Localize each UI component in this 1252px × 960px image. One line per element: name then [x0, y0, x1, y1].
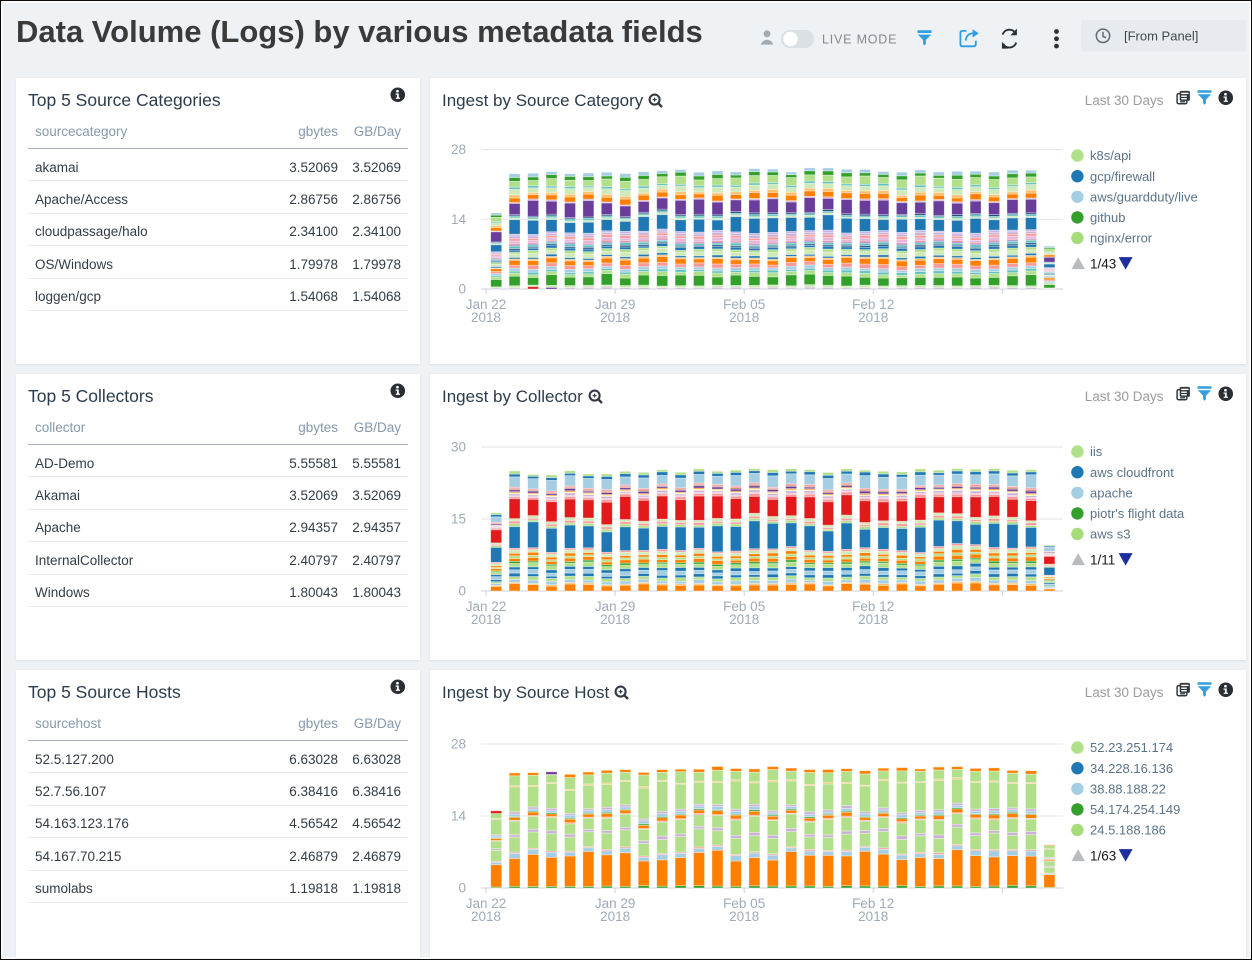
svg-text:0: 0 — [458, 584, 466, 599]
svg-text:28: 28 — [451, 737, 466, 752]
svg-text:2018: 2018 — [729, 310, 759, 325]
svg-text:1/43: 1/43 — [1090, 257, 1116, 272]
svg-text:[From Panel]: [From Panel] — [1124, 29, 1198, 44]
svg-text:1/11: 1/11 — [1090, 553, 1115, 568]
svg-text:2018: 2018 — [858, 310, 888, 325]
svg-text:2018: 2018 — [600, 909, 630, 924]
svg-text:github: github — [1090, 210, 1125, 225]
svg-text:gcp/firewall: gcp/firewall — [1090, 169, 1155, 184]
svg-text:2018: 2018 — [858, 909, 888, 924]
svg-text:38.88.188.22: 38.88.188.22 — [1090, 781, 1166, 796]
svg-text:28: 28 — [451, 142, 466, 157]
svg-text:2018: 2018 — [600, 310, 630, 325]
svg-text:piotr's flight data: piotr's flight data — [1090, 506, 1185, 521]
svg-text:2018: 2018 — [471, 909, 501, 924]
svg-text:aws s3: aws s3 — [1090, 527, 1130, 542]
svg-text:24.5.188.186: 24.5.188.186 — [1090, 823, 1166, 838]
svg-text:1/63: 1/63 — [1090, 849, 1116, 864]
svg-text:2018: 2018 — [471, 310, 501, 325]
svg-text:14: 14 — [451, 809, 467, 824]
svg-text:14: 14 — [451, 212, 467, 227]
svg-text:54.174.254.149: 54.174.254.149 — [1090, 802, 1180, 817]
svg-text:2018: 2018 — [600, 612, 630, 627]
svg-text:2018: 2018 — [729, 612, 759, 627]
svg-text:aws/guardduty/live: aws/guardduty/live — [1090, 189, 1198, 204]
svg-text:k8s/api: k8s/api — [1090, 148, 1131, 163]
svg-text:nginx/error: nginx/error — [1090, 231, 1153, 246]
svg-text:15: 15 — [451, 512, 466, 527]
svg-text:2018: 2018 — [729, 909, 759, 924]
svg-text:aws cloudfront: aws cloudfront — [1090, 465, 1174, 480]
svg-text:iis: iis — [1090, 444, 1103, 459]
svg-text:52.23.251.174: 52.23.251.174 — [1090, 740, 1173, 755]
svg-text:2018: 2018 — [471, 612, 501, 627]
svg-text:2018: 2018 — [858, 612, 888, 627]
svg-text:apache: apache — [1090, 485, 1133, 500]
svg-text:0: 0 — [458, 881, 466, 896]
svg-text:0: 0 — [458, 282, 466, 297]
svg-text:34.228.16.136: 34.228.16.136 — [1090, 761, 1173, 776]
svg-text:30: 30 — [451, 440, 466, 455]
svg-text:LIVE MODE: LIVE MODE — [822, 33, 897, 47]
